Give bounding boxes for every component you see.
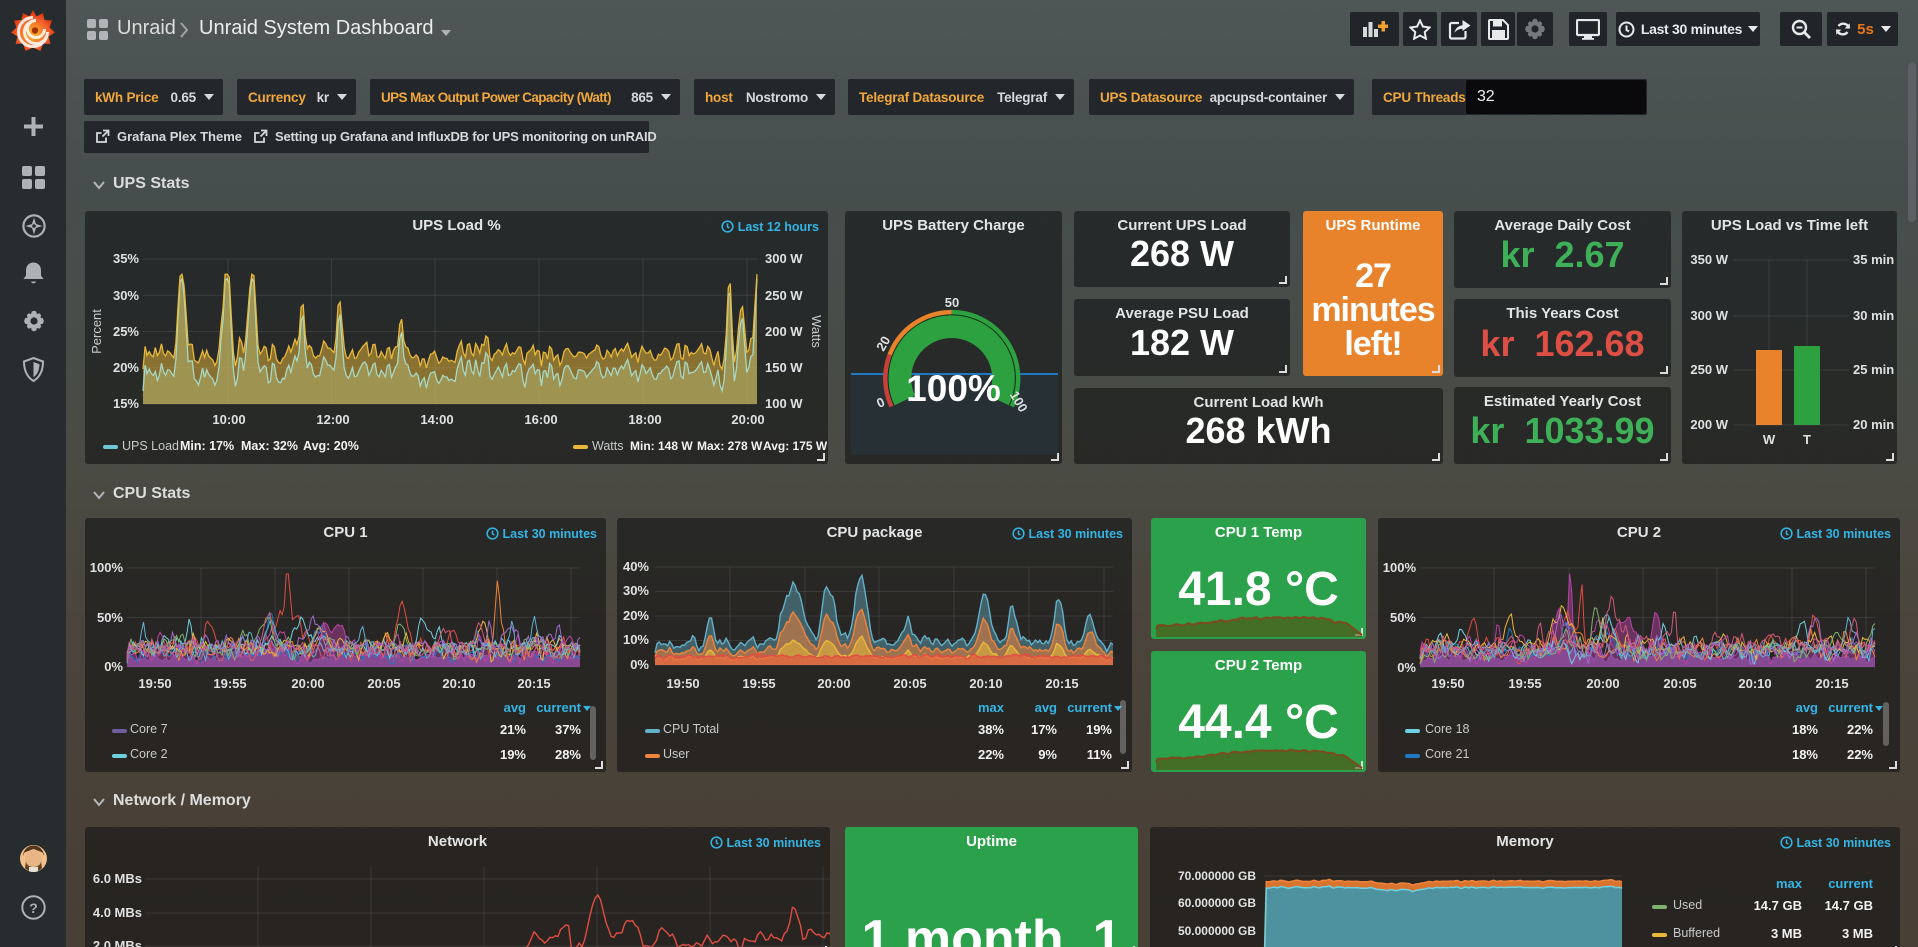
svg-text:?: ? (29, 900, 38, 916)
